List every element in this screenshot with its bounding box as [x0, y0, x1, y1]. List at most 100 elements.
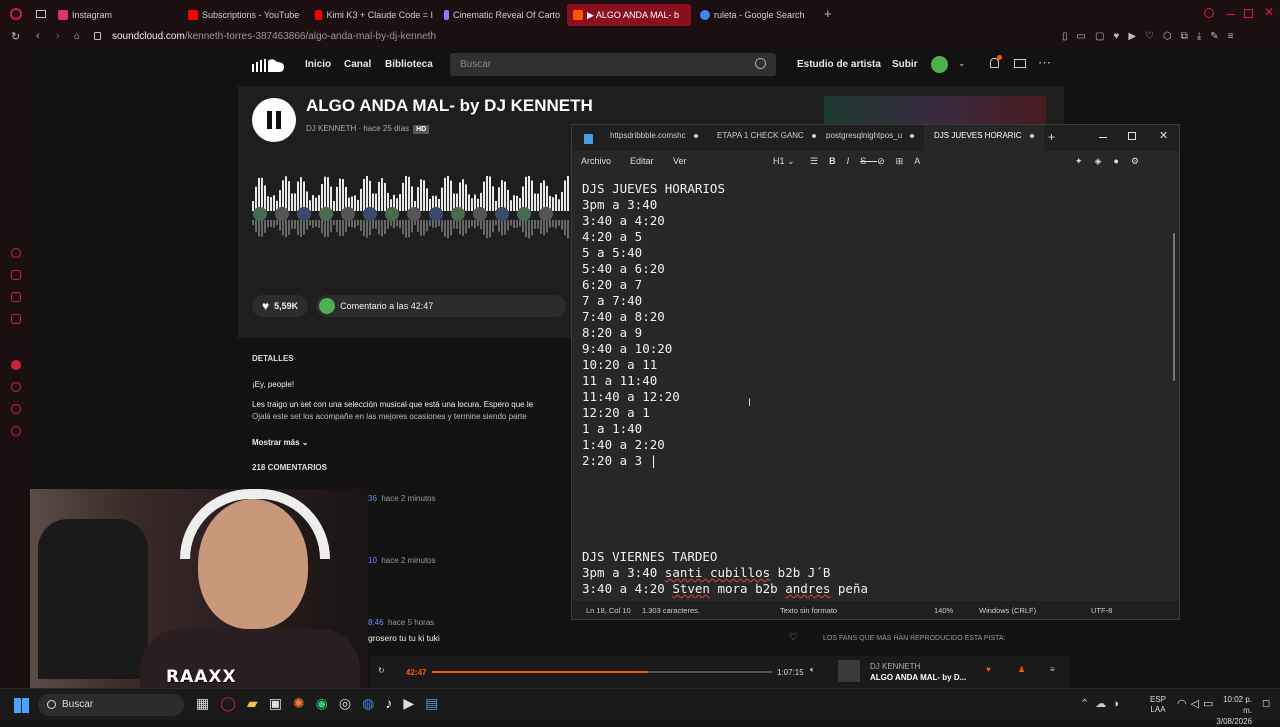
start-icon[interactable] [14, 698, 29, 713]
notifications-icon[interactable] [990, 55, 1002, 68]
repeat-icon[interactable]: ↻ [378, 666, 385, 675]
chevron-down-icon[interactable]: ⌄ [958, 58, 966, 69]
gear-icon[interactable] [11, 426, 21, 436]
tab-overview-icon[interactable] [36, 10, 46, 18]
notepad-editor[interactable]: DJS JUEVES HORARIOS 3pm a 3:40 3:40 a 4:20… [572, 173, 1179, 601]
now-playing-artist[interactable]: DJ KENNETH [870, 662, 920, 671]
store-icon[interactable]: ▣ [269, 695, 293, 711]
opera-logo-icon[interactable] [10, 8, 22, 20]
notepad-tab[interactable]: ETAPA 1 CHECK GANC [717, 131, 816, 140]
progress-track[interactable] [432, 671, 772, 673]
minimize-icon[interactable] [1226, 14, 1235, 15]
comment-avatar[interactable] [319, 207, 333, 221]
more-icon[interactable]: ⋯ [1038, 55, 1051, 71]
now-playing-artwork[interactable] [838, 660, 860, 682]
settings-icon[interactable]: ⚙ [1131, 156, 1151, 166]
table-icon[interactable]: ⊞ [896, 156, 915, 166]
chrome-icon[interactable]: ◍ [362, 695, 385, 711]
search-icon[interactable] [755, 58, 766, 69]
nav-home[interactable]: Inicio [305, 59, 331, 70]
menu-edit[interactable]: Editar [630, 156, 654, 166]
minimize-icon[interactable] [1099, 137, 1107, 138]
reload-icon[interactable]: ↻ [11, 30, 20, 43]
weather-icon[interactable]: ☁ [1095, 698, 1112, 710]
list-icon[interactable]: ☰ [810, 156, 829, 166]
like-button[interactable]: ♥ 5,59K [252, 295, 309, 317]
zoom-level[interactable]: 140% [934, 606, 953, 615]
maximize-icon[interactable] [1244, 9, 1253, 18]
app-icon[interactable]: ▦ [196, 695, 220, 711]
pause-button[interactable] [252, 98, 296, 142]
menu-file[interactable]: Archivo [581, 156, 611, 166]
nav-feed[interactable]: Canal [344, 59, 371, 70]
show-more-button[interactable]: Mostrar más ⌄ [252, 437, 572, 449]
strikethrough-icon[interactable]: S [860, 156, 877, 166]
comment-avatar[interactable] [429, 207, 443, 221]
queue-icon[interactable]: ≡ [1050, 665, 1055, 674]
heart-icon[interactable]: ♡ [789, 632, 798, 643]
heading-dropdown[interactable]: H1 ⌄ [773, 156, 795, 167]
account-icon[interactable]: ● [1113, 156, 1130, 166]
line-ending[interactable]: Windows (CRLF) [979, 606, 1036, 615]
document-text[interactable]: DJS JUEVES HORARIOS 3pm a 3:40 3:40 a 4:20… [582, 181, 868, 597]
browser-tab[interactable]: Subscriptions - YouTube [188, 4, 299, 26]
bold-icon[interactable]: B [829, 156, 847, 166]
comment-avatar[interactable] [539, 207, 553, 221]
comment-avatar[interactable] [363, 207, 377, 221]
notepad-tab-active[interactable]: DJS JUEVES HORARIC [924, 125, 1044, 151]
tiktok-icon[interactable]: ♪ [385, 695, 403, 711]
link-icon[interactable]: ⊘ [877, 156, 896, 166]
comment-avatar[interactable] [275, 207, 289, 221]
browser-tab[interactable]: Kimi K3 + Claude Code = I [315, 4, 433, 26]
comment-avatar[interactable] [495, 207, 509, 221]
encoding[interactable]: UTF-8 [1091, 606, 1112, 615]
sidebar-icon[interactable] [11, 292, 21, 302]
back-icon[interactable]: ‹ [36, 30, 40, 42]
italic-icon[interactable]: I [847, 156, 861, 166]
follow-icon[interactable]: ♟ [1018, 665, 1025, 674]
comment-avatar[interactable] [297, 207, 311, 221]
now-playing-title[interactable]: ALGO ANDA MAL- by D... [870, 673, 966, 682]
clock[interactable]: 10:02 p. m. 3/08/2026 [1214, 694, 1252, 727]
close-icon[interactable]: ✕ [1264, 5, 1274, 19]
new-tab-icon[interactable]: + [1048, 130, 1055, 144]
sidebar-icon[interactable] [11, 270, 21, 280]
notifications-icon[interactable]: ◻ [1262, 698, 1270, 709]
opera-icon[interactable]: ◯ [220, 695, 247, 711]
chevron-up-icon[interactable]: ⌃ [1080, 698, 1095, 710]
sidebar-icon[interactable] [11, 314, 21, 324]
comment-input[interactable]: Comentario a las 42:47 [316, 295, 567, 317]
clear-format-icon[interactable]: A [914, 156, 931, 166]
notepad-tab[interactable]: httpsdribbble.comshc [610, 131, 698, 140]
search-icon[interactable] [1204, 8, 1214, 18]
taskbar-search[interactable]: Buscar [38, 694, 184, 716]
close-icon[interactable]: ✕ [1159, 129, 1168, 142]
settings-icon[interactable] [11, 404, 21, 414]
comment-avatar[interactable] [341, 207, 355, 221]
browser-tab-active[interactable]: ▶ ALGO ANDA MAL- b [567, 4, 691, 26]
notepad-icon[interactable]: ▤ [425, 695, 449, 711]
soundcloud-logo-icon[interactable] [252, 58, 284, 72]
comment-avatar[interactable] [517, 207, 531, 221]
ai-icon[interactable]: ✦ [1075, 156, 1095, 166]
heart-icon[interactable]: ♥ [986, 665, 991, 674]
whatsapp-icon[interactable] [11, 360, 21, 370]
history-icon[interactable] [11, 382, 21, 392]
forward-icon[interactable]: › [56, 30, 60, 42]
waveform[interactable] [252, 176, 572, 246]
media-player-icon[interactable]: ▶ [403, 695, 425, 711]
artist-studio-link[interactable]: Estudio de artista [797, 59, 881, 70]
url-field[interactable]: soundcloud.com/kenneth-torres-387463866/… [112, 31, 436, 42]
folder-icon[interactable]: ▰ [247, 695, 269, 711]
system-icons[interactable]: ◠◁▭ [1177, 697, 1217, 710]
search-input[interactable]: Buscar [450, 53, 776, 76]
browser-tab[interactable]: Instagram [58, 4, 112, 26]
app-icon[interactable]: ◑ [1112, 698, 1125, 710]
language-indicator[interactable]: ESP LAA [1150, 695, 1166, 715]
avatar[interactable] [931, 56, 948, 73]
upload-link[interactable]: Subir [892, 59, 918, 70]
volume-icon[interactable]: 🔈︎ [810, 665, 815, 675]
copilot-icon[interactable]: ◈ [1095, 156, 1114, 166]
comment-avatar[interactable] [473, 207, 487, 221]
browser-tab[interactable]: ruleta - Google Search [700, 4, 805, 26]
